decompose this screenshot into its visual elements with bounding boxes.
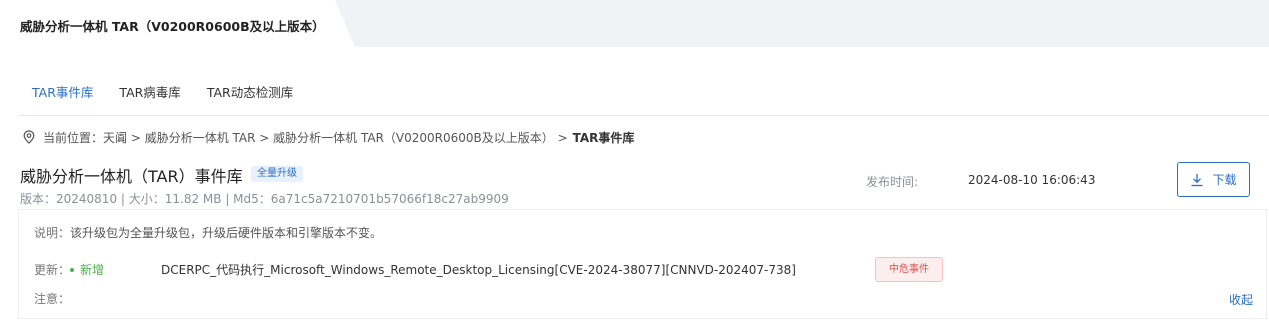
publish-time-value: 2024-08-10 16:06:43 [968,173,1096,187]
package-title: 威胁分析一体机（TAR）事件库 [20,167,243,186]
download-icon [1190,173,1204,187]
location-pin-icon [23,129,37,146]
tab-tar-dynamic-detection-library[interactable]: TAR动态检测库 [207,82,293,102]
new-dot-icon [70,267,74,272]
upgrade-type-badge: 全量升级 [251,166,303,182]
breadcrumb-prefix: 当前位置： [43,131,104,145]
breadcrumb-path[interactable]: 天阗 > 威胁分析一体机 TAR > 威胁分析一体机 TAR（V0200R060… [103,129,568,146]
update-label: 更新： [34,263,71,277]
description-row: 说明：该升级包为全量升级包，升级后硬件版本和引擎版本不变。 [34,224,382,241]
tab-label: 威胁分析一体机 TAR（V0200R0600B及以上版本） [20,19,325,34]
download-label: 下载 [1212,173,1237,187]
library-tabs: TAR事件库 TAR病毒库 TAR动态检测库 [32,82,319,102]
severity-badge: 中危事件 [875,257,943,282]
update-type: 新增 [70,261,104,278]
collapse-link[interactable]: 收起 [1229,291,1253,308]
tabs-divider [18,115,1269,116]
breadcrumb: 当前位置： 天阗 > 威胁分析一体机 TAR > 威胁分析一体机 TAR（V02… [23,129,634,146]
download-button[interactable]: 下载 [1177,162,1250,197]
description-text: 该升级包为全量升级包，升级后硬件版本和引擎版本不变。 [70,226,383,240]
tab-tar-virus-library[interactable]: TAR病毒库 [119,82,180,102]
publish-time-label: 发布时间: [866,175,919,189]
update-event-name: DCERPC_代码执行_Microsoft_Windows_Remote_Des… [161,263,796,277]
update-type-label: 新增 [80,263,105,277]
note-label: 注意： [34,292,71,306]
package-meta: 版本：20240810 | 大小：11.82 MB | Md5：6a71c5a7… [20,192,509,206]
breadcrumb-current: TAR事件库 [572,131,635,145]
tab-active-product[interactable]: 威胁分析一体机 TAR（V0200R0600B及以上版本） [0,0,355,47]
tab-tar-event-library[interactable]: TAR事件库 [32,82,93,102]
description-label: 说明： [34,226,71,240]
